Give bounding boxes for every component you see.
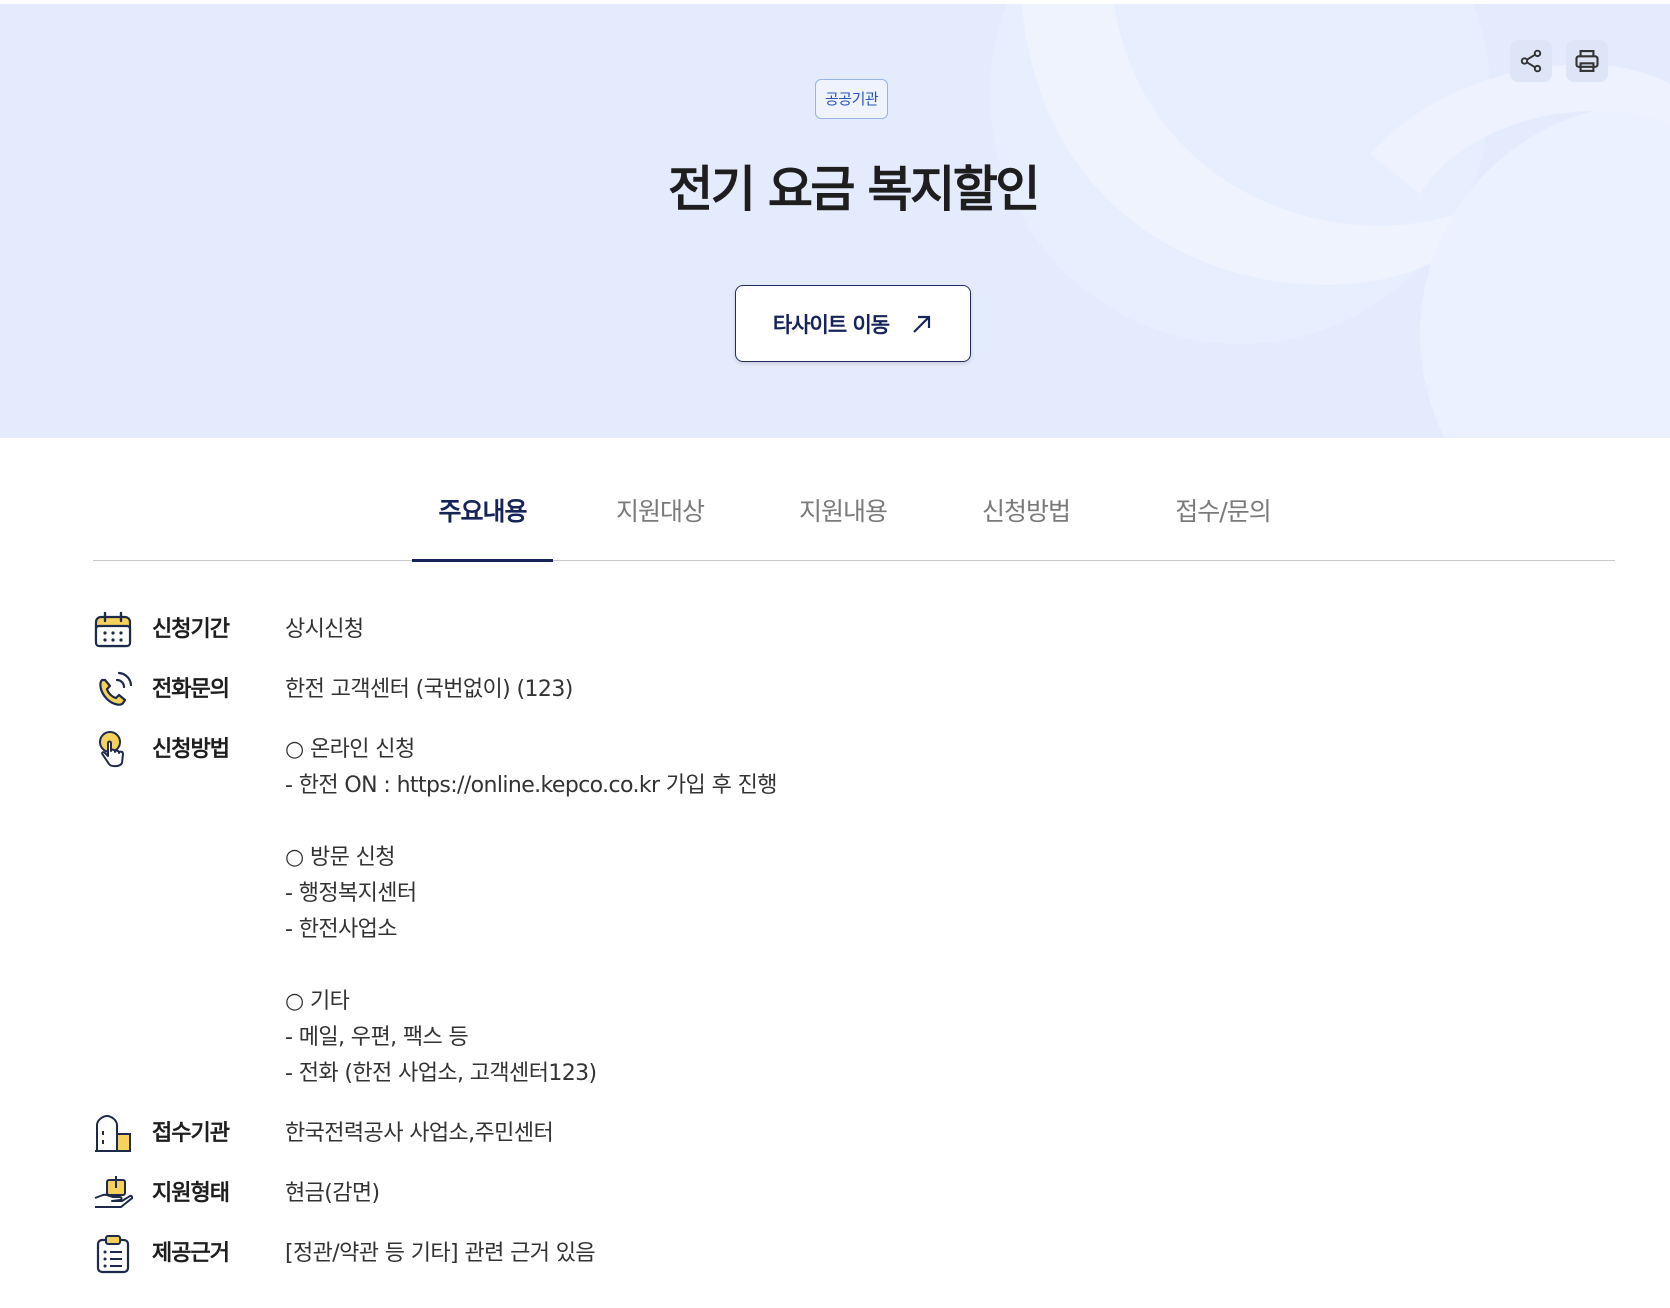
summary-label: 제공근거: [152, 1241, 230, 1266]
print-icon: [1575, 50, 1599, 72]
summary-label: 신청기간: [152, 617, 230, 642]
calendar-icon: [94, 611, 132, 648]
building-icon: [95, 1114, 131, 1152]
summary-value: 현금(감면): [285, 1181, 380, 1206]
clipboard-icon: [96, 1235, 130, 1274]
summary-value: ○ 온라인 신청 - 한전 ON : https://online.kepco.…: [285, 737, 777, 1086]
print-button[interactable]: [1566, 40, 1608, 82]
support-hand-icon: [94, 1176, 133, 1208]
tab-application[interactable]: 신청방법: [959, 492, 1093, 561]
summary-value: 한전 고객센터 (국번없이) (123): [285, 677, 573, 702]
hand-pointer-icon: [99, 731, 124, 768]
tab-eligibility[interactable]: 지원대상: [593, 492, 727, 561]
share-icon: [1520, 49, 1542, 73]
hero-tools: [1510, 40, 1608, 82]
page-title: 전기 요금 복지할인: [668, 161, 1040, 218]
summary-value: [정관/약관 등 기타] 관련 근거 있음: [285, 1241, 596, 1266]
summary-label: 전화문의: [152, 677, 230, 702]
tab-benefits[interactable]: 지원내용: [776, 492, 910, 561]
tab-contact[interactable]: 접수/문의: [1148, 492, 1298, 561]
tab-overview[interactable]: 주요내용: [412, 492, 553, 562]
external-site-label: 타사이트 이동: [772, 312, 890, 337]
arrow-up-right-icon: [913, 315, 931, 333]
hero-decoration: [990, 4, 1670, 438]
phone-icon: [99, 671, 133, 706]
summary-value: 한국전력공사 사업소,주민센터: [285, 1121, 554, 1146]
summary-label: 접수기관: [152, 1121, 230, 1146]
share-button[interactable]: [1510, 40, 1552, 82]
external-site-button[interactable]: 타사이트 이동: [735, 285, 971, 362]
category-badge: 공공기관: [815, 79, 889, 119]
summary-label: 지원형태: [152, 1181, 230, 1206]
summary-label: 신청방법: [152, 737, 230, 762]
summary-value: 상시신청: [285, 617, 364, 642]
tab-bar: 주요내용 지원대상 지원내용 신청방법 접수/문의: [93, 470, 1615, 562]
hero-banner: 공공기관 전기 요금 복지할인 타사이트 이동: [0, 4, 1670, 438]
